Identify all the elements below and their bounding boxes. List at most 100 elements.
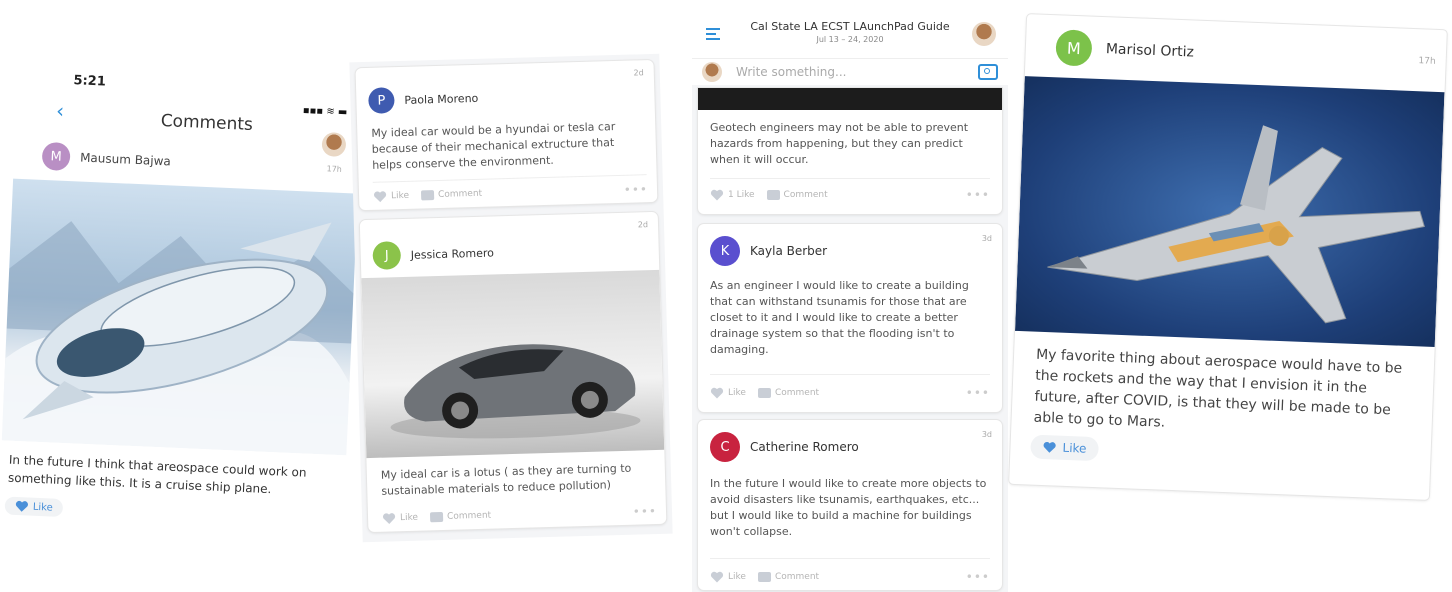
heart-icon (710, 571, 724, 583)
post-actions: Like Comment ••• (710, 386, 990, 400)
divider (372, 174, 647, 183)
author-name[interactable]: Catherine Romero (750, 440, 859, 454)
heart-icon (710, 189, 724, 201)
post-age: 17h (1418, 56, 1436, 67)
post-actions: Like Comment ••• (382, 504, 657, 526)
page-title: Comments (160, 110, 254, 135)
post-age: 3d (981, 234, 992, 243)
avatar: M (1055, 29, 1093, 67)
heart-icon (383, 513, 396, 524)
comment-label: Comment (437, 188, 483, 200)
comment-button[interactable]: Comment (766, 190, 828, 200)
avatar: P (368, 87, 395, 114)
post-body: My ideal car is a lotus ( as they are tu… (380, 461, 632, 498)
divider (710, 374, 990, 375)
post-card-kayla: 3d K Kayla Berber As an engineer I would… (698, 224, 1002, 412)
author-name[interactable]: Paola Moreno (404, 91, 478, 106)
compose-input[interactable]: Write something... (736, 65, 846, 79)
like-label: 1 Like (728, 190, 755, 200)
like-button[interactable]: Like (710, 571, 746, 583)
like-button[interactable]: Like (373, 190, 409, 203)
back-chevron-icon[interactable]: ‹ (56, 98, 65, 122)
post-header: P Paola Moreno (368, 85, 479, 114)
like-button[interactable]: Like (1030, 434, 1099, 462)
like-label: Like (399, 512, 419, 524)
like-button[interactable]: 1 Like (710, 189, 755, 201)
more-options-icon[interactable]: ••• (966, 386, 990, 400)
camera-icon[interactable] (978, 64, 998, 80)
post-actions: Like Comment ••• (373, 182, 648, 204)
like-button[interactable]: Like (710, 387, 746, 399)
post-body: Geotech engineers may not be able to pre… (710, 121, 969, 166)
like-label: Like (390, 190, 410, 202)
like-button[interactable]: Like (4, 496, 64, 518)
post-card-marisol: M Marisol Ortiz 17h My favorite thing ab… (1009, 14, 1447, 500)
post-header: M Marisol Ortiz 17h (1055, 29, 1436, 80)
like-label: Like (32, 501, 53, 514)
avatar: J (372, 241, 402, 270)
comment-label: Comment (774, 572, 820, 582)
airship-illustration (1, 221, 354, 456)
post-age: 3d (981, 430, 992, 439)
post-image-lotus-car[interactable] (361, 269, 665, 459)
group-title: Cal State LA ECST LAunchPad Guide (750, 20, 950, 33)
author-name[interactable]: Mausum Bajwa (80, 150, 171, 168)
comment-button[interactable]: Comment (757, 572, 820, 582)
post-header: K Kayla Berber (710, 236, 827, 266)
author-name[interactable]: Marisol Ortiz (1106, 41, 1195, 60)
post-image-dark (698, 88, 1002, 110)
post-header: J Jessica Romero (372, 238, 495, 270)
heart-icon (374, 191, 387, 203)
comment-icon (429, 511, 444, 523)
like-label: Like (1062, 440, 1087, 456)
divider (710, 178, 990, 179)
comment-button[interactable]: Comment (429, 510, 492, 523)
comment-button[interactable]: Comment (757, 388, 820, 398)
author-name[interactable]: Jessica Romero (411, 246, 495, 261)
avatar: C (710, 432, 740, 462)
comment-label: Comment (446, 510, 492, 522)
avatar: K (710, 236, 740, 266)
comment-label: Comment (774, 388, 820, 398)
heart-icon (710, 387, 724, 399)
like-button[interactable]: Like (382, 512, 418, 525)
comment-icon (766, 190, 780, 200)
car-posts-column: 2d P Paola Moreno My ideal car would be … (349, 53, 673, 543)
author-name[interactable]: Kayla Berber (750, 244, 827, 258)
post-body: My ideal car would be a hyundai or tesla… (371, 120, 616, 172)
divider (710, 558, 990, 559)
like-label: Like (728, 388, 746, 398)
avatar: M (41, 141, 71, 172)
group-feed-screen: Cal State LA ECST LAunchPad Guide Jul 13… (692, 10, 1008, 592)
more-options-icon[interactable]: ••• (966, 188, 990, 202)
more-options-icon[interactable]: ••• (633, 504, 658, 519)
heart-icon (15, 500, 28, 512)
post-caption: In the future I think that areospace cou… (7, 452, 307, 497)
post-card-paola: 2d P Paola Moreno My ideal car would be … (355, 59, 658, 211)
comment-label: Comment (783, 190, 828, 200)
car-illustration (390, 344, 641, 439)
more-options-icon[interactable]: ••• (966, 570, 990, 584)
compose-bar[interactable]: Write something... (692, 58, 1008, 85)
comment-button[interactable]: Comment (420, 188, 483, 201)
post-actions: Like Comment ••• (710, 570, 990, 584)
group-dates: Jul 13 – 24, 2020 (816, 35, 884, 44)
post-card-catherine: 3d C Catherine Romero In the future I wo… (698, 420, 1002, 590)
post-body: As an engineer I would like to create a … (710, 279, 969, 356)
post-age: 17h (326, 163, 343, 174)
status-icons: ▪▪▪ ≋ ▬ (302, 105, 348, 119)
status-time: 5:21 (73, 73, 107, 90)
compose-avatar (702, 62, 722, 82)
post-image-fighter-jet[interactable] (1015, 76, 1445, 348)
post-header: M Mausum Bajwa 17h (41, 141, 343, 183)
post-age: 2d (633, 68, 644, 78)
post-body: In the future I would like to create mor… (710, 477, 987, 538)
profile-avatar[interactable] (972, 22, 996, 46)
post-card-geotech: Geotech engineers may not be able to pre… (698, 88, 1002, 214)
jet-illustration (1047, 125, 1425, 324)
post-card-jessica: 2d J Jessica Romero My ideal car is a lo… (359, 211, 667, 533)
more-options-icon[interactable]: ••• (624, 182, 649, 197)
post-image-cruise-ship-plane[interactable] (1, 178, 358, 456)
comment-icon (757, 572, 771, 582)
post-actions: 1 Like Comment ••• (710, 188, 990, 202)
